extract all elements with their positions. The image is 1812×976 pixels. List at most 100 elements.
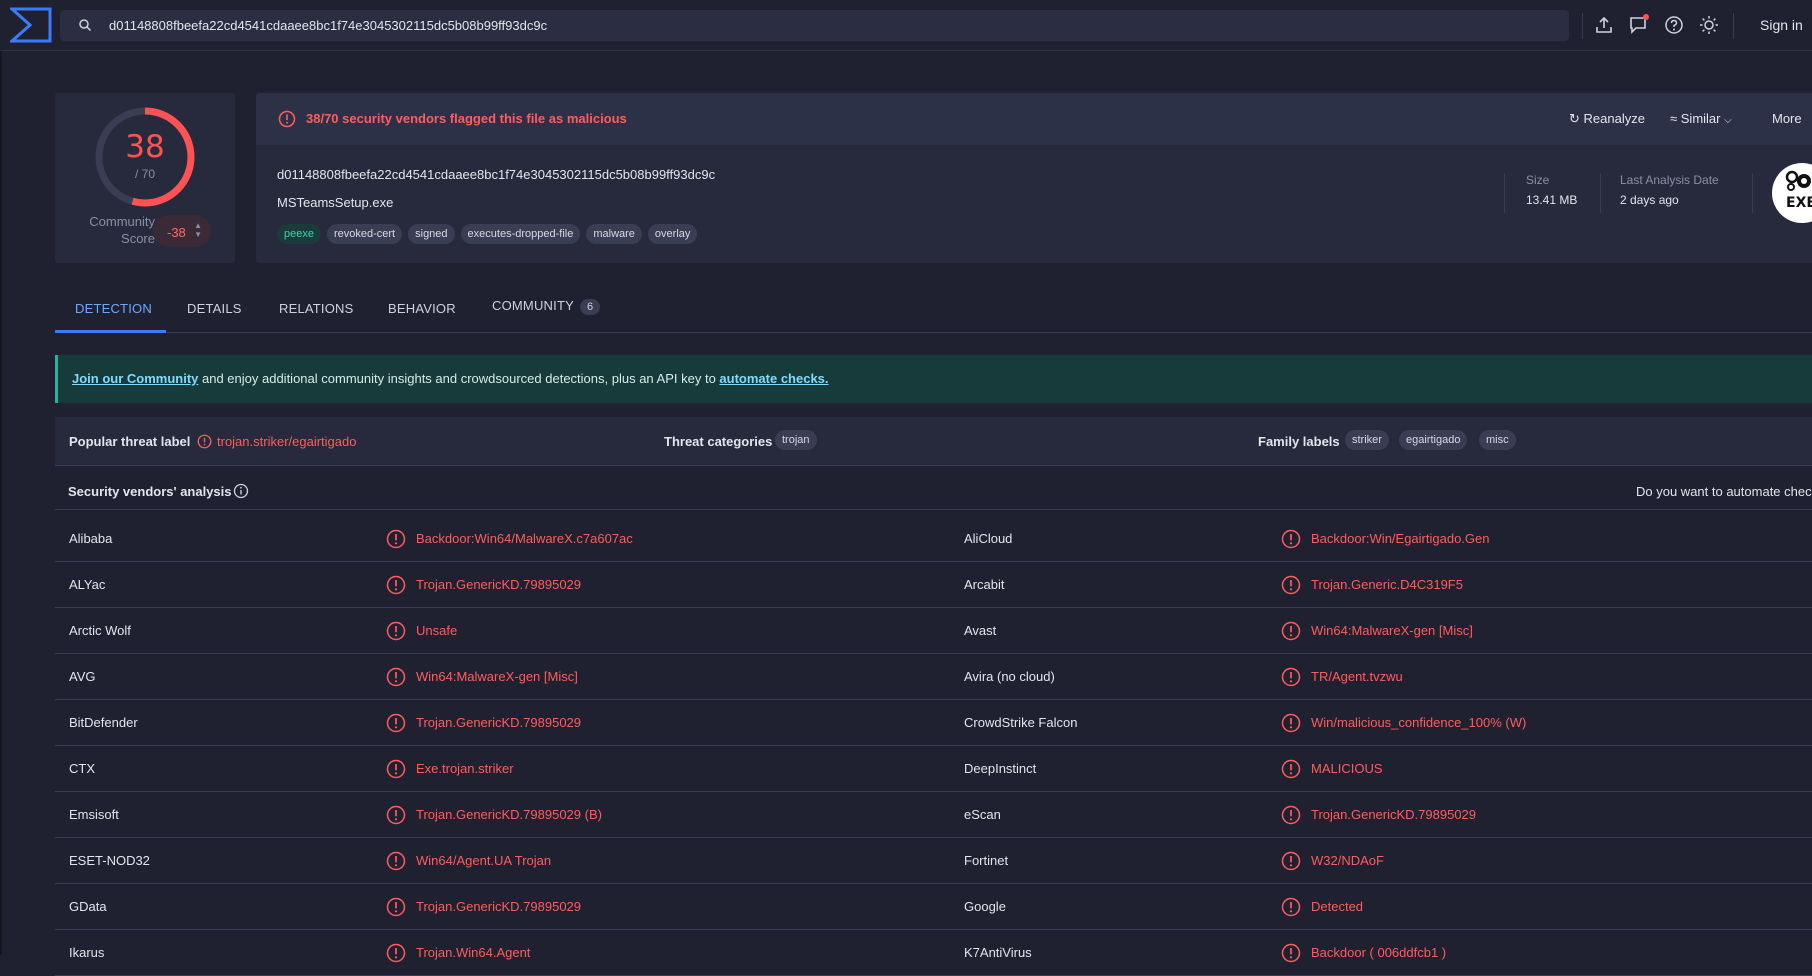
vendor-result: Trojan.Generic.D4C319F5 xyxy=(1311,577,1463,592)
search-input[interactable] xyxy=(109,10,1549,41)
tab-community[interactable]: COMMUNITY 6 xyxy=(492,298,601,315)
alert-circle-icon xyxy=(1281,713,1301,733)
community-score-value[interactable]: -38 ▲ ▼ xyxy=(153,215,211,247)
size-label: Size xyxy=(1526,173,1550,187)
file-hash[interactable]: d01148808fbeefa22cd4541cdaaee8bc1f74e304… xyxy=(277,167,715,182)
table-row: Alibaba Backdoor:Win64/MalwareX.c7a607ac A… xyxy=(55,516,1812,562)
alert-circle-icon xyxy=(1281,529,1301,549)
info-icon[interactable] xyxy=(233,483,249,499)
sign-in-link[interactable]: Sign in xyxy=(1760,17,1803,33)
vendor-result: Exe.trojan.striker xyxy=(416,761,514,776)
vendors-analysis-title: Security vendors' analysis xyxy=(68,484,232,499)
reanalyze-button[interactable]: ↻ Reanalyze xyxy=(1569,111,1645,127)
community-count-badge: 6 xyxy=(579,299,601,315)
vendor-result: Unsafe xyxy=(416,623,458,638)
last-analysis-value: 2 days ago xyxy=(1620,193,1679,207)
vendor-name: eScan xyxy=(964,807,1001,822)
vote-arrows-icon[interactable]: ▲ ▼ xyxy=(194,221,202,239)
tab-detection[interactable]: DETECTION xyxy=(75,301,152,316)
alert-circle-icon xyxy=(1281,667,1301,687)
vendor-name: Fortinet xyxy=(964,853,1009,868)
vendor-results-table: Alibaba Backdoor:Win64/MalwareX.c7a607ac A… xyxy=(55,516,1812,976)
theme-sun-icon[interactable] xyxy=(1698,14,1720,36)
vendor-name: ESET-NOD32 xyxy=(69,853,150,868)
similar-button[interactable]: ≈ Similar ⌵ xyxy=(1670,111,1732,126)
table-row: Emsisoft Trojan.GenericKD.79895029 (B) eSc… xyxy=(55,792,1812,838)
alert-circle-icon xyxy=(386,943,406,963)
upload-icon[interactable] xyxy=(1593,14,1615,36)
alert-circle-icon xyxy=(386,575,406,595)
search-box[interactable] xyxy=(60,10,1569,41)
tag[interactable]: malware xyxy=(586,224,642,244)
toolbar-divider xyxy=(1582,13,1583,39)
vendor-result: Trojan.GenericKD.79895029 xyxy=(416,715,582,730)
threat-categories-label: Threat categories xyxy=(664,434,773,449)
tab-details[interactable]: DETAILS xyxy=(187,301,242,316)
family-label-chip[interactable]: misc xyxy=(1479,430,1516,450)
automate-prompt[interactable]: Do you want to automate chec xyxy=(1636,484,1812,499)
virustotal-logo-icon[interactable] xyxy=(10,7,52,43)
popular-threat-value[interactable]: trojan.striker/egairtigado xyxy=(217,434,356,449)
vendor-result: Win64:MalwareX-gen [Misc] xyxy=(416,669,578,684)
vendor-result: Detected xyxy=(1311,899,1364,914)
vendor-name: K7AntiVirus xyxy=(964,945,1032,960)
tag[interactable]: revoked-cert xyxy=(326,224,403,244)
automate-checks-link[interactable]: automate checks. xyxy=(719,371,828,386)
vendor-result: MALICIOUS xyxy=(1311,761,1383,776)
refresh-icon: ↻ xyxy=(1569,111,1580,126)
similar-icon: ≈ xyxy=(1670,111,1678,126)
summary-header: 38/70 security vendors flagged this file… xyxy=(256,93,1812,145)
community-banner: Join our Community and enjoy additional … xyxy=(55,355,1812,403)
tag[interactable]: peexe xyxy=(277,224,321,244)
table-row: AVG Win64:MalwareX-gen [Misc] Avira (no cl… xyxy=(55,654,1812,700)
gears-icon xyxy=(1785,170,1811,191)
tag[interactable]: signed xyxy=(408,224,455,244)
family-label-chip[interactable]: striker xyxy=(1345,430,1389,450)
vendor-name: Ikarus xyxy=(69,945,105,960)
alert-circle-icon xyxy=(278,110,296,128)
tab-relations[interactable]: RELATIONS xyxy=(279,301,354,316)
tab-behavior[interactable]: BEHAVIOR xyxy=(388,301,456,316)
vendor-name: Arctic Wolf xyxy=(69,623,131,638)
tag[interactable]: executes-dropped-file xyxy=(460,224,581,244)
chevron-down-icon: ⌵ xyxy=(1724,115,1732,126)
vendor-name: Arcabit xyxy=(964,577,1005,592)
table-row: GData Trojan.GenericKD.79895029 Google Dete… xyxy=(55,884,1812,930)
vendor-name: Avira (no cloud) xyxy=(964,669,1055,684)
top-bar: Sign in xyxy=(0,0,1812,51)
vendor-result: Win/malicious_confidence_100% (W) xyxy=(1311,715,1527,730)
page-left-edge xyxy=(0,51,2,955)
alert-circle-icon xyxy=(1281,851,1301,871)
vendors-analysis-header: Security vendors' analysis Do you want t… xyxy=(55,475,1812,510)
alert-circle-icon xyxy=(1281,897,1301,917)
threat-category-chip[interactable]: trojan xyxy=(775,430,817,450)
alert-circle-icon xyxy=(1281,575,1301,595)
chat-notification-icon[interactable] xyxy=(1628,14,1650,36)
family-label-chip[interactable]: egairtigado xyxy=(1399,430,1468,450)
alert-circle-icon xyxy=(1281,805,1301,825)
toolbar-divider xyxy=(1733,13,1734,39)
more-button[interactable]: More xyxy=(1772,111,1802,126)
vendor-result: Trojan.GenericKD.79895029 xyxy=(416,899,582,914)
alert-circle-icon xyxy=(1281,621,1301,641)
alert-circle-icon xyxy=(386,897,406,917)
vendor-result: Trojan.GenericKD.79895029 xyxy=(1311,807,1477,822)
vendor-result: TR/Agent.tvzwu xyxy=(1311,669,1403,684)
vendor-name: Emsisoft xyxy=(69,807,119,822)
malicious-alert-text: 38/70 security vendors flagged this file… xyxy=(306,111,627,126)
community-score-label: Community Score xyxy=(89,214,155,246)
popular-threat-label: Popular threat label xyxy=(69,434,191,449)
size-value: 13.41 MB xyxy=(1526,193,1578,207)
join-community-link[interactable]: Join our Community xyxy=(72,371,198,386)
meta-divider xyxy=(1504,173,1505,213)
vendor-result: Backdoor:Win/Egairtigado.Gen xyxy=(1311,531,1490,546)
vendor-name: CTX xyxy=(69,761,95,776)
help-icon[interactable] xyxy=(1663,14,1685,36)
tag[interactable]: overlay xyxy=(647,224,698,244)
vendor-result: Backdoor:Win64/MalwareX.c7a607ac xyxy=(416,531,633,546)
table-row: ALYac Trojan.GenericKD.79895029 Arcabit Tro… xyxy=(55,562,1812,608)
vendor-result: W32/NDAoF xyxy=(1311,853,1384,868)
vendor-name: Alibaba xyxy=(69,531,113,546)
alert-circle-icon xyxy=(386,667,406,687)
vendor-name: AVG xyxy=(69,669,96,684)
